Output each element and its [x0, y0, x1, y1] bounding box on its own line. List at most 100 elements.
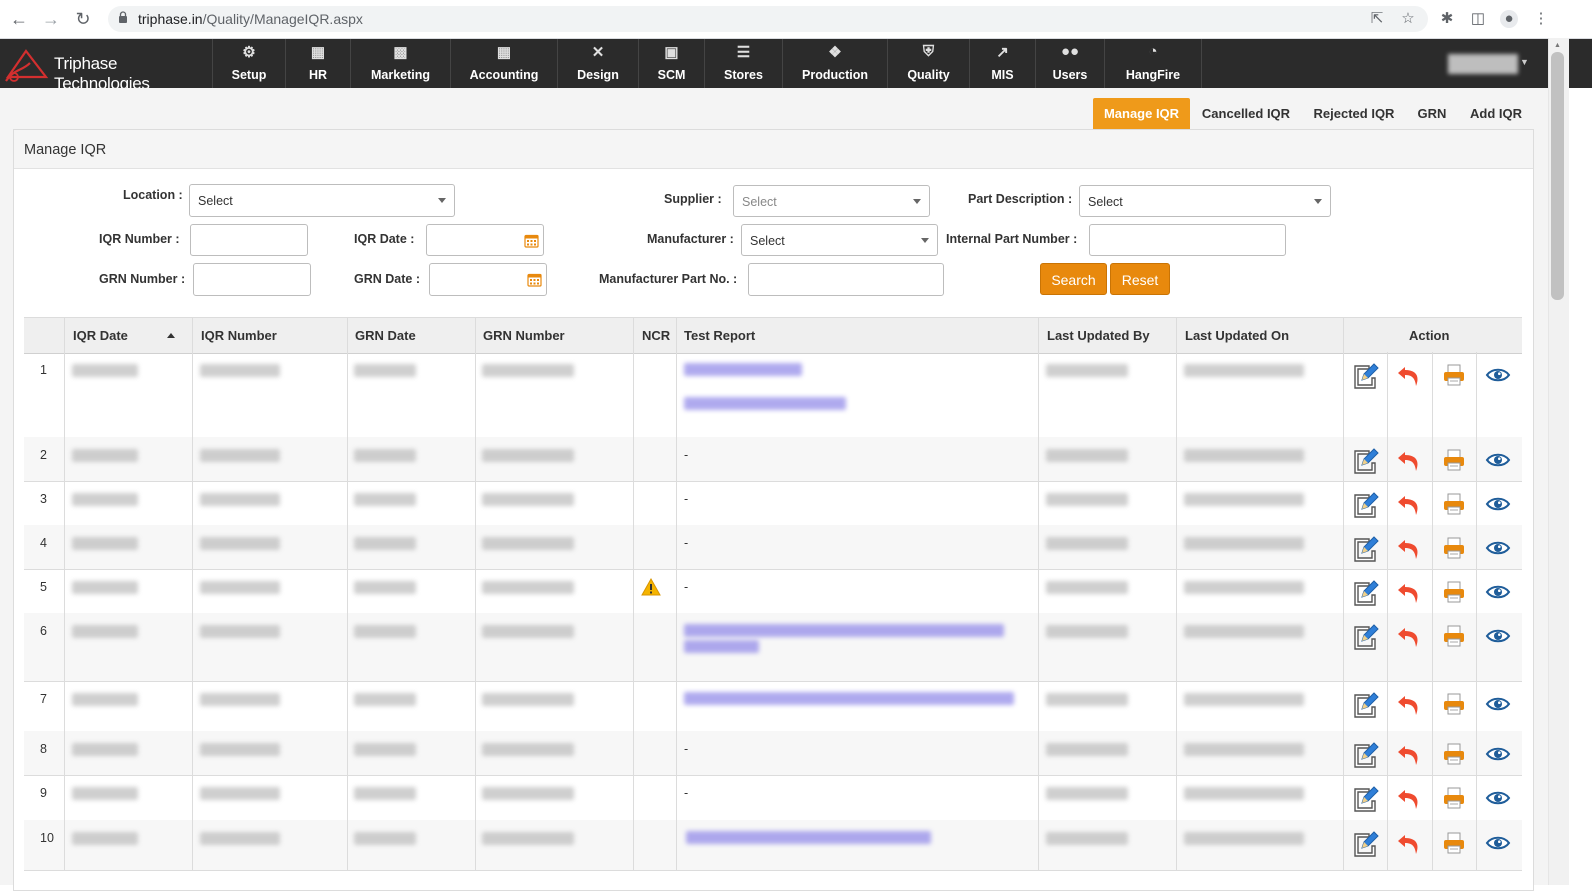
col-grn-number[interactable]: GRN Number — [483, 328, 565, 343]
scroll-up-arrow-icon[interactable]: ▲ — [1554, 42, 1561, 49]
iqr-date-input[interactable] — [426, 224, 544, 256]
undo-arrow-icon[interactable] — [1395, 829, 1423, 857]
menu-users[interactable]: ●● Users — [1035, 39, 1104, 88]
eye-icon[interactable] — [1484, 578, 1512, 606]
forward-arrow-icon[interactable]: → — [40, 8, 62, 30]
share-icon[interactable]: ⇱ — [1368, 10, 1386, 28]
eye-icon[interactable] — [1484, 446, 1512, 474]
ncr-warning-icon[interactable] — [641, 577, 661, 599]
test-report-link[interactable] — [684, 397, 846, 410]
reset-button[interactable]: Reset — [1110, 263, 1170, 295]
edit-icon[interactable] — [1351, 361, 1379, 389]
printer-icon[interactable] — [1440, 829, 1468, 857]
eye-icon[interactable] — [1484, 740, 1512, 768]
side-panel-icon[interactable]: ◫ — [1469, 10, 1487, 28]
kebab-menu-icon[interactable]: ⋮ — [1532, 10, 1550, 28]
tab-rejected-iqr[interactable]: Rejected IQR — [1307, 98, 1401, 129]
scrollbar-thumb[interactable] — [1551, 52, 1564, 300]
tab-add-iqr[interactable]: Add IQR — [1464, 98, 1528, 129]
search-button[interactable]: Search — [1040, 263, 1107, 295]
sort-ascending-icon[interactable] — [167, 333, 175, 338]
undo-arrow-icon[interactable] — [1395, 784, 1423, 812]
part-description-select[interactable]: Select — [1079, 185, 1331, 217]
manufacturer-part-no-input[interactable] — [748, 263, 944, 296]
undo-arrow-icon[interactable] — [1395, 490, 1423, 518]
printer-icon[interactable] — [1440, 784, 1468, 812]
menu-mis[interactable]: ↗ MIS — [969, 39, 1035, 88]
undo-arrow-icon[interactable] — [1395, 361, 1423, 389]
eye-icon[interactable] — [1484, 690, 1512, 718]
eye-icon[interactable] — [1484, 784, 1512, 812]
edit-icon[interactable] — [1351, 534, 1379, 562]
menu-production[interactable]: ❖ Production — [782, 39, 887, 88]
test-report-link[interactable] — [684, 692, 1014, 705]
undo-arrow-icon[interactable] — [1395, 446, 1423, 474]
eye-icon[interactable] — [1484, 490, 1512, 518]
col-last-updated-on[interactable]: Last Updated On — [1185, 328, 1289, 343]
col-test-report[interactable]: Test Report — [684, 328, 755, 343]
user-menu[interactable] — [1448, 54, 1518, 74]
eye-icon[interactable] — [1484, 361, 1512, 389]
col-ncr[interactable]: NCR — [642, 328, 670, 343]
menu-accounting[interactable]: ▦ Accounting — [450, 39, 557, 88]
menu-stores[interactable]: ☰ Stores — [704, 39, 782, 88]
printer-icon[interactable] — [1440, 622, 1468, 650]
calendar-icon[interactable] — [527, 272, 542, 287]
bookmark-star-icon[interactable]: ☆ — [1399, 10, 1417, 28]
test-report-link[interactable] — [684, 624, 1004, 637]
undo-arrow-icon[interactable] — [1395, 690, 1423, 718]
edit-icon[interactable] — [1351, 829, 1379, 857]
undo-arrow-icon[interactable] — [1395, 578, 1423, 606]
test-report-link[interactable] — [684, 363, 802, 376]
menu-marketing[interactable]: ▩ Marketing — [350, 39, 450, 88]
col-last-updated-by[interactable]: Last Updated By — [1047, 328, 1150, 343]
edit-icon[interactable] — [1351, 446, 1379, 474]
edit-icon[interactable] — [1351, 784, 1379, 812]
printer-icon[interactable] — [1440, 446, 1468, 474]
brand[interactable]: Triphase Technologies — [0, 39, 212, 93]
menu-scm[interactable]: ▣ SCM — [638, 39, 704, 88]
reload-icon[interactable]: ↻ — [72, 8, 94, 30]
menu-setup[interactable]: ⚙ Setup — [212, 39, 285, 88]
tab-grn[interactable]: GRN — [1412, 98, 1452, 129]
back-arrow-icon[interactable]: ← — [8, 8, 30, 30]
tab-manage-iqr[interactable]: Manage IQR — [1093, 98, 1190, 129]
tab-cancelled-iqr[interactable]: Cancelled IQR — [1196, 98, 1296, 129]
printer-icon[interactable] — [1440, 490, 1468, 518]
undo-arrow-icon[interactable] — [1395, 622, 1423, 650]
grn-number-input[interactable] — [193, 263, 311, 296]
menu-hr[interactable]: ▦ HR — [285, 39, 350, 88]
manufacturer-select[interactable]: Select — [741, 224, 938, 256]
chevron-down-icon[interactable]: ▼ — [1520, 57, 1529, 67]
test-report-link[interactable] — [686, 831, 931, 844]
iqr-number-input[interactable] — [190, 224, 308, 256]
eye-icon[interactable] — [1484, 829, 1512, 857]
printer-icon[interactable] — [1440, 740, 1468, 768]
test-report-link[interactable] — [684, 640, 759, 653]
printer-icon[interactable] — [1440, 361, 1468, 389]
edit-icon[interactable] — [1351, 622, 1379, 650]
edit-icon[interactable] — [1351, 578, 1379, 606]
menu-hangfire[interactable]: ◔ HangFire — [1104, 39, 1202, 88]
printer-icon[interactable] — [1440, 534, 1468, 562]
eye-icon[interactable] — [1484, 622, 1512, 650]
undo-arrow-icon[interactable] — [1395, 740, 1423, 768]
address-bar[interactable]: triphase.in/Quality/ManageIQR.aspx — [108, 6, 1428, 32]
internal-part-number-input[interactable] — [1089, 224, 1286, 256]
calendar-icon[interactable] — [524, 233, 539, 248]
edit-icon[interactable] — [1351, 690, 1379, 718]
edit-icon[interactable] — [1351, 490, 1379, 518]
supplier-select[interactable]: Select — [733, 185, 930, 217]
undo-arrow-icon[interactable] — [1395, 534, 1423, 562]
printer-icon[interactable] — [1440, 690, 1468, 718]
eye-icon[interactable] — [1484, 534, 1512, 562]
grn-date-input[interactable] — [429, 263, 547, 296]
col-grn-date[interactable]: GRN Date — [355, 328, 416, 343]
col-iqr-number[interactable]: IQR Number — [201, 328, 277, 343]
menu-design[interactable]: ✕ Design — [557, 39, 638, 88]
location-select[interactable]: Select — [189, 184, 455, 217]
edit-icon[interactable] — [1351, 740, 1379, 768]
profile-avatar-icon[interactable]: ● — [1500, 10, 1518, 28]
menu-quality[interactable]: ⛨ Quality — [887, 39, 969, 88]
col-iqr-date[interactable]: IQR Date — [73, 328, 128, 343]
